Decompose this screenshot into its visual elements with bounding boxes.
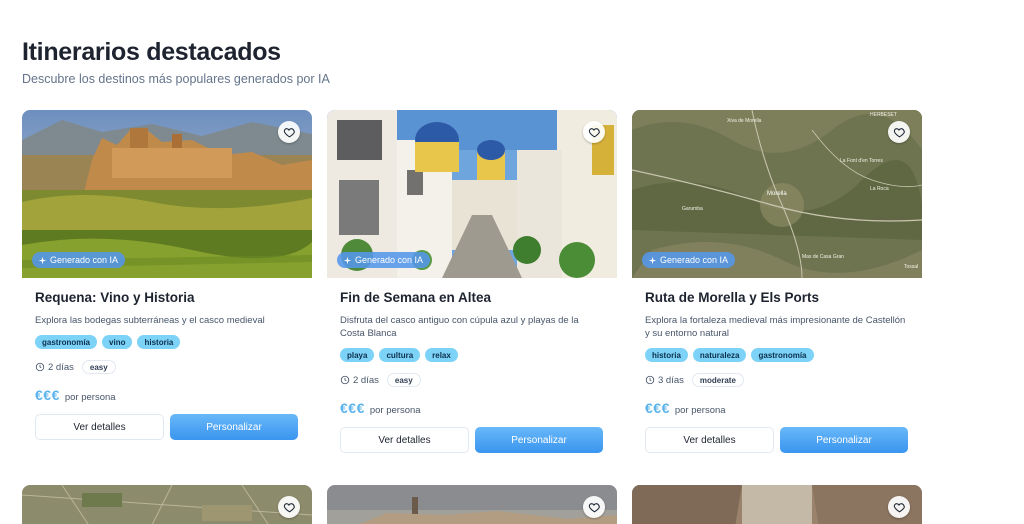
card-title: Fin de Semana en Altea: [340, 290, 492, 305]
heart-icon: [283, 502, 295, 512]
favorite-button[interactable]: [583, 121, 605, 143]
difficulty-badge: easy: [386, 373, 421, 387]
tag: historia: [137, 335, 181, 349]
difficulty-badge: easy: [81, 360, 116, 374]
sparkle-icon: [343, 256, 352, 264]
card-image-morella[interactable]: Xiva de Morella HERBESET La Font d'en To…: [632, 110, 922, 278]
card-description: Disfruta del casco antiguo con cúpula az…: [340, 315, 579, 339]
customize-button[interactable]: Personalizar: [475, 427, 603, 453]
sparkle-icon: [38, 256, 47, 264]
view-details-button[interactable]: Ver detalles: [340, 427, 469, 453]
favorite-button[interactable]: [888, 121, 910, 143]
map-label: Xiva de Morella: [727, 118, 762, 124]
tag-list: playa cultura relax: [340, 348, 604, 362]
price-label: por persona: [674, 405, 726, 416]
map-label: Morella: [767, 191, 787, 197]
satellite-photo: [22, 485, 312, 524]
card-description: Explora la fortaleza medieval más impres…: [645, 315, 906, 339]
sparkle-icon: [648, 256, 657, 264]
ai-generated-badge: Generado con IA: [32, 252, 126, 268]
tag-list: gastronomía vino historia: [35, 335, 299, 349]
price-row: €€€ por persona: [340, 400, 604, 416]
itinerary-card-partial[interactable]: [22, 485, 312, 524]
badge-label: Generado con IA: [50, 255, 119, 265]
price-row: €€€ por persona: [645, 400, 909, 416]
view-details-button[interactable]: Ver detalles: [645, 427, 774, 453]
tag: cultura: [379, 348, 421, 362]
favorite-button[interactable]: [888, 496, 910, 518]
tag: gastronomía: [751, 348, 814, 362]
itinerary-card[interactable]: Xiva de Morella HERBESET La Font d'en To…: [632, 110, 922, 453]
tag: relax: [425, 348, 458, 362]
map-label: Mas de Casa Gran: [802, 254, 844, 260]
duration: 2 días: [35, 362, 74, 373]
duration-label: 3 días: [658, 374, 684, 386]
heart-icon: [893, 502, 905, 512]
heart-icon: [588, 502, 600, 512]
favorite-button[interactable]: [278, 496, 300, 518]
card-title: Requena: Vino y Historia: [35, 290, 195, 305]
price: €€€: [35, 387, 60, 403]
favorite-button[interactable]: [583, 496, 605, 518]
map-label: HERBESET: [870, 112, 897, 118]
tag: naturaleza: [692, 348, 747, 362]
duration-label: 2 días: [353, 374, 379, 386]
customize-button[interactable]: Personalizar: [780, 427, 908, 453]
card-image-altea[interactable]: Generado con IA: [327, 110, 617, 278]
card-title: Ruta de Morella y Els Ports: [645, 290, 820, 305]
clock-icon: [645, 375, 655, 385]
page-subtitle: Descubre los destinos más populares gene…: [22, 72, 330, 86]
view-details-button[interactable]: Ver detalles: [35, 414, 164, 440]
customize-button[interactable]: Personalizar: [170, 414, 298, 440]
page-title: Itinerarios destacados: [22, 38, 281, 66]
clock-icon: [35, 362, 45, 372]
duration: 3 días: [645, 375, 684, 386]
price: €€€: [340, 400, 365, 416]
badge-label: Generado con IA: [355, 255, 424, 265]
tag: gastronomía: [35, 335, 98, 349]
card-image-requena[interactable]: Generado con IA: [22, 110, 312, 278]
tag: playa: [340, 348, 375, 362]
price-label: por persona: [369, 405, 421, 416]
price-row: €€€ por persona: [35, 387, 299, 403]
map-label: La Font d'en Torres: [840, 158, 883, 164]
map-label: La Roca: [870, 186, 889, 192]
itinerary-card-partial[interactable]: [632, 485, 922, 524]
badge-label: Generado con IA: [660, 255, 729, 265]
ai-generated-badge: Generado con IA: [642, 252, 736, 268]
heart-icon: [588, 127, 600, 137]
clock-icon: [340, 375, 350, 385]
gorge-photo: [632, 485, 922, 524]
map-label: Tossal: [904, 264, 918, 270]
heart-icon: [893, 127, 905, 137]
price-label: por persona: [64, 392, 116, 403]
duration: 2 días: [340, 375, 379, 386]
card-description: Explora las bodegas subterráneas y el ca…: [35, 315, 265, 326]
map-label: Garumba: [682, 206, 703, 212]
itinerary-card-partial[interactable]: [327, 485, 617, 524]
itinerary-card[interactable]: Generado con IA Fin de Semana en Altea D…: [327, 110, 617, 453]
itinerary-card[interactable]: Generado con IA Requena: Vino y Historia…: [22, 110, 312, 440]
duration-label: 2 días: [48, 361, 74, 373]
tag-list: historia naturaleza gastronomía: [645, 348, 909, 362]
favorite-button[interactable]: [278, 121, 300, 143]
ai-generated-badge: Generado con IA: [337, 252, 431, 268]
tag: historia: [645, 348, 688, 362]
heart-icon: [283, 127, 295, 137]
tag: vino: [102, 335, 133, 349]
price: €€€: [645, 400, 670, 416]
difficulty-badge: moderate: [691, 373, 744, 387]
town-photo: [327, 485, 617, 524]
